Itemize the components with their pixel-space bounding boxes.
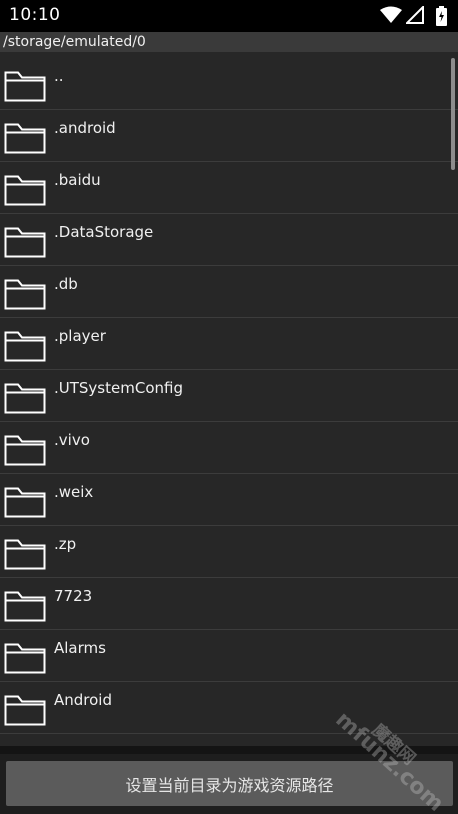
folder-row[interactable]: .baidu	[0, 162, 458, 214]
battery-charging-icon	[436, 6, 447, 26]
folder-name: ..	[54, 67, 64, 85]
folder-row[interactable]: ..	[0, 58, 458, 110]
folder-icon	[4, 276, 46, 310]
folder-name: .player	[54, 327, 106, 345]
folder-row[interactable]: .vivo	[0, 422, 458, 474]
folder-row[interactable]: 7723	[0, 578, 458, 630]
folder-icon	[4, 224, 46, 258]
folder-name: .UTSystemConfig	[54, 379, 183, 397]
folder-icon	[4, 640, 46, 674]
folder-icon	[4, 68, 46, 102]
folder-icon	[4, 328, 46, 362]
wifi-icon	[380, 6, 402, 23]
folder-icon	[4, 120, 46, 154]
folder-name: .db	[54, 275, 78, 293]
status-time: 10:10	[9, 5, 61, 25]
folder-row[interactable]: .DataStorage	[0, 214, 458, 266]
folder-row[interactable]: .weix	[0, 474, 458, 526]
folder-icon	[4, 432, 46, 466]
folder-name: .weix	[54, 483, 94, 501]
folder-name: .vivo	[54, 431, 90, 449]
folder-icon	[4, 172, 46, 206]
status-bar: 10:10	[0, 0, 458, 32]
folder-icon	[4, 536, 46, 570]
folder-row[interactable]: .player	[0, 318, 458, 370]
folder-name: .zp	[54, 535, 77, 553]
folder-icon	[4, 380, 46, 414]
folder-row[interactable]: .zp	[0, 526, 458, 578]
folder-name: .DataStorage	[54, 223, 154, 241]
folder-row[interactable]: .UTSystemConfig	[0, 370, 458, 422]
signal-icon	[406, 6, 424, 24]
folder-row[interactable]: .android	[0, 110, 458, 162]
folder-name: Android	[54, 691, 112, 709]
folder-row[interactable]: Alarms	[0, 630, 458, 682]
folder-icon	[4, 692, 46, 726]
file-list[interactable]: .. .android .baidu .DataStorage .db .player .U…	[0, 52, 458, 746]
current-path: /storage/emulated/0	[0, 32, 458, 52]
folder-name: .android	[54, 119, 116, 137]
folder-name: 7723	[54, 587, 93, 605]
scrollbar[interactable]	[451, 58, 455, 170]
folder-icon	[4, 588, 46, 622]
folder-row[interactable]: .db	[0, 266, 458, 318]
folder-name: .baidu	[54, 171, 101, 189]
folder-name: Alarms	[54, 639, 106, 657]
folder-icon	[4, 484, 46, 518]
file-list-items: .. .android .baidu .DataStorage .db .player .U…	[0, 58, 458, 734]
